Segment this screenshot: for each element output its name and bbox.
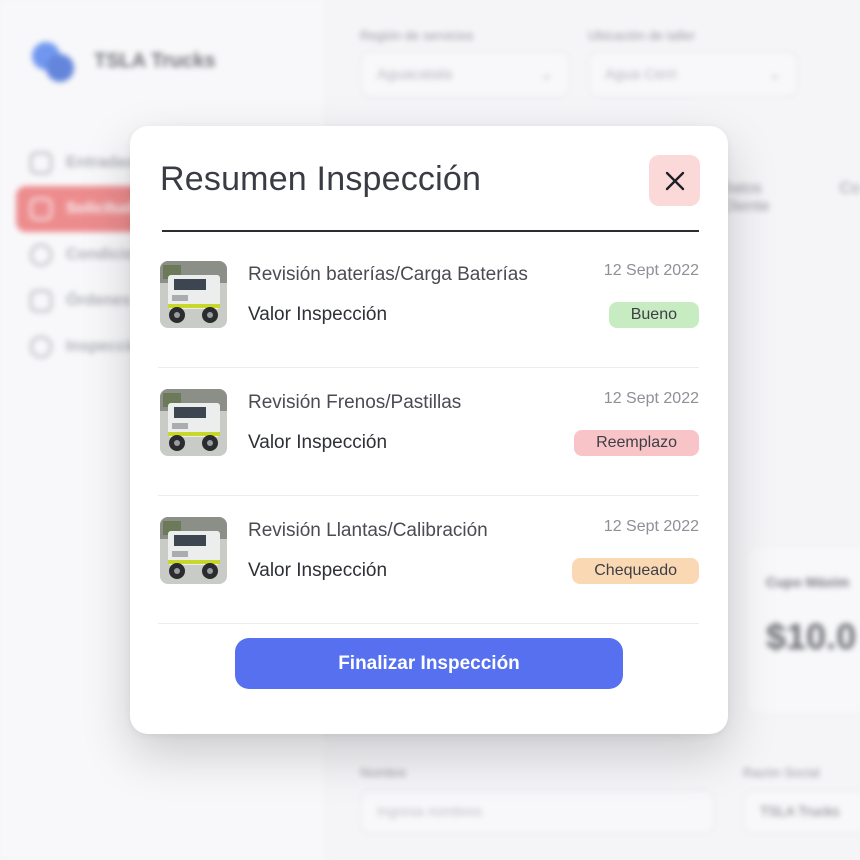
inspection-summary-modal: Resumen Inspección Revisión baterías/Car… — [130, 126, 728, 734]
inspection-date: 12 Sept 2022 — [603, 518, 699, 535]
truck-thumbnail — [160, 389, 227, 456]
close-icon — [665, 171, 684, 190]
inspection-date: 12 Sept 2022 — [603, 262, 699, 279]
status-badge: Reemplazo — [574, 430, 699, 456]
list-item: Revisión baterías/Carga Baterías 12 Sept… — [158, 240, 699, 368]
inspection-value-label: Valor Inspección — [248, 560, 388, 581]
inspection-title: Revisión Frenos/Pastillas — [248, 392, 462, 413]
status-badge: Bueno — [608, 302, 699, 328]
inspection-title: Revisión baterías/Carga Baterías — [248, 264, 528, 285]
inspection-list: Revisión baterías/Carga Baterías 12 Sept… — [158, 240, 699, 624]
inspection-date: 12 Sept 2022 — [603, 390, 699, 407]
modal-title: Resumen Inspección — [160, 160, 482, 198]
inspection-value-label: Valor Inspección — [248, 304, 388, 325]
list-item: Revisión Frenos/Pastillas 12 Sept 2022 V… — [158, 368, 699, 496]
inspection-value-label: Valor Inspección — [248, 432, 388, 453]
finish-inspection-button[interactable]: Finalizar Inspección — [235, 638, 623, 689]
status-badge: Chequeado — [572, 558, 699, 584]
list-item: Revisión Llantas/Calibración 12 Sept 202… — [158, 496, 699, 624]
truck-thumbnail — [160, 517, 227, 584]
title-divider — [162, 230, 699, 232]
truck-thumbnail — [160, 261, 227, 328]
inspection-title: Revisión Llantas/Calibración — [248, 520, 488, 541]
close-button[interactable] — [649, 155, 700, 206]
